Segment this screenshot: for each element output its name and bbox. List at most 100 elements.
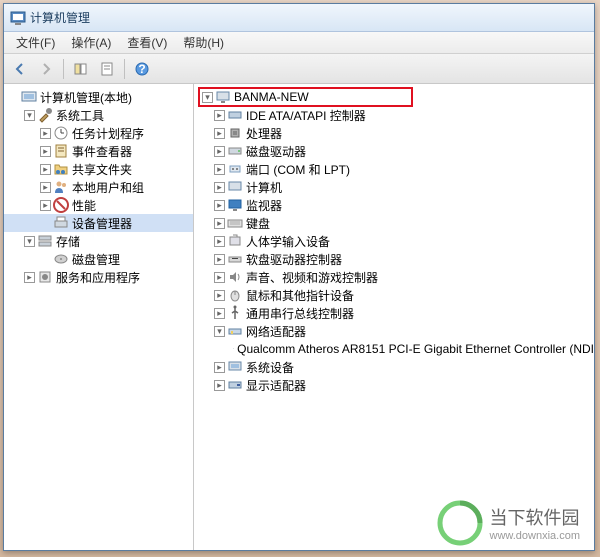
watermark-text: 当下软件园 www.downxia.com — [490, 504, 580, 542]
device-mice[interactable]: ▸ 鼠标和其他指针设备 — [194, 286, 594, 304]
tree-label: 鼠标和其他指针设备 — [246, 287, 354, 304]
device-disk-drives[interactable]: ▸ 磁盘驱动器 — [194, 142, 594, 160]
expand-icon[interactable]: ▸ — [214, 308, 225, 319]
collapse-icon[interactable]: ▾ — [214, 326, 225, 337]
tree-label: 系统设备 — [246, 359, 294, 376]
tree-label: 任务计划程序 — [72, 125, 144, 142]
device-processors[interactable]: ▸ 处理器 — [194, 124, 594, 142]
menu-help[interactable]: 帮助(H) — [175, 32, 232, 53]
device-ide-controller[interactable]: ▸ IDE ATA/ATAPI 控制器 — [194, 106, 594, 124]
tree-local-users[interactable]: ▸ 本地用户和组 — [4, 178, 193, 196]
svg-text:?: ? — [138, 62, 145, 76]
highlight-box: ▾ BANMA-NEW — [198, 87, 413, 107]
device-system[interactable]: ▸ 系统设备 — [194, 358, 594, 376]
hid-icon — [227, 233, 243, 249]
expand-icon[interactable]: ▸ — [40, 146, 51, 157]
collapse-icon[interactable]: ▾ — [24, 236, 35, 247]
menubar: 文件(F) 操作(A) 查看(V) 帮助(H) — [4, 32, 594, 54]
expand-icon[interactable]: ▸ — [214, 380, 225, 391]
expand-icon[interactable]: ▸ — [40, 164, 51, 175]
tree-label: 显示适配器 — [246, 377, 306, 394]
expand-icon[interactable]: ▸ — [214, 272, 225, 283]
device-hid[interactable]: ▸ 人体学输入设备 — [194, 232, 594, 250]
device-ports[interactable]: ▸ 端口 (COM 和 LPT) — [194, 160, 594, 178]
tree-label: 声音、视频和游戏控制器 — [246, 269, 378, 286]
tree-label: 事件查看器 — [72, 143, 132, 160]
toolbar-divider — [63, 59, 64, 79]
back-button[interactable] — [8, 57, 32, 81]
forward-button[interactable] — [34, 57, 58, 81]
expand-icon[interactable]: ▸ — [40, 182, 51, 193]
collapse-icon[interactable]: ▾ — [24, 110, 35, 121]
collapse-icon[interactable]: ▾ — [202, 92, 213, 103]
tree-device-manager[interactable]: 设备管理器 — [4, 214, 193, 232]
expand-icon[interactable]: ▸ — [214, 236, 225, 247]
tree-label: 存储 — [56, 233, 80, 250]
device-tree-root[interactable]: ▾ BANMA-NEW — [194, 88, 594, 106]
usb-icon — [227, 305, 243, 321]
device-network-adapters[interactable]: ▾ 网络适配器 — [194, 322, 594, 340]
toolbar-divider — [124, 59, 125, 79]
expand-icon[interactable]: ▸ — [214, 128, 225, 139]
scheduler-icon — [53, 125, 69, 141]
device-display-adapters[interactable]: ▸ 显示适配器 — [194, 376, 594, 394]
expand-icon[interactable]: ▸ — [214, 218, 225, 229]
tree-event-viewer[interactable]: ▸ 事件查看器 — [4, 142, 193, 160]
device-sound[interactable]: ▸ 声音、视频和游戏控制器 — [194, 268, 594, 286]
tree-label: 处理器 — [246, 125, 282, 142]
expand-icon[interactable]: ▸ — [214, 290, 225, 301]
keyboard-icon — [227, 215, 243, 231]
tree-disk-management[interactable]: 磁盘管理 — [4, 250, 193, 268]
tree-task-scheduler[interactable]: ▸ 任务计划程序 — [4, 124, 193, 142]
computer-icon — [215, 89, 231, 105]
tree-storage[interactable]: ▾ 存储 — [4, 232, 193, 250]
pc-icon — [227, 179, 243, 195]
expand-icon[interactable]: ▸ — [214, 110, 225, 121]
monitor-icon — [227, 197, 243, 213]
expand-icon[interactable]: ▸ — [214, 362, 225, 373]
tree-shared-folders[interactable]: ▸ 共享文件夹 — [4, 160, 193, 178]
sound-icon — [227, 269, 243, 285]
tree-label: 本地用户和组 — [72, 179, 144, 196]
device-keyboards[interactable]: ▸ 键盘 — [194, 214, 594, 232]
expand-icon[interactable]: ▸ — [24, 272, 35, 283]
menu-action[interactable]: 操作(A) — [63, 32, 119, 53]
help-button[interactable]: ? — [130, 57, 154, 81]
tree-performance[interactable]: ▸ 性能 — [4, 196, 193, 214]
expand-icon[interactable]: ▸ — [40, 200, 51, 211]
expand-icon[interactable]: ▸ — [214, 200, 225, 211]
tree-label: 端口 (COM 和 LPT) — [246, 161, 350, 178]
properties-button[interactable] — [95, 57, 119, 81]
disk-drive-icon — [227, 143, 243, 159]
device-usb[interactable]: ▸ 通用串行总线控制器 — [194, 304, 594, 322]
disk-icon — [53, 251, 69, 267]
menu-file[interactable]: 文件(F) — [8, 32, 63, 53]
tree-label: 键盘 — [246, 215, 270, 232]
tree-system-tools[interactable]: ▾ 系统工具 — [4, 106, 193, 124]
tree-services[interactable]: ▸ 服务和应用程序 — [4, 268, 193, 286]
floppy-icon — [227, 251, 243, 267]
expand-icon[interactable]: ▸ — [214, 164, 225, 175]
tree-label: 磁盘驱动器 — [246, 143, 306, 160]
device-monitors[interactable]: ▸ 监视器 — [194, 196, 594, 214]
tree-label: 计算机 — [246, 179, 282, 196]
tree-label: Qualcomm Atheros AR8151 PCI-E Gigabit Et… — [237, 342, 594, 356]
tree-label: 服务和应用程序 — [56, 269, 140, 286]
expand-icon[interactable]: ▸ — [214, 146, 225, 157]
titlebar: 计算机管理 — [4, 4, 594, 32]
menu-view[interactable]: 查看(V) — [119, 32, 175, 53]
tree-label: 监视器 — [246, 197, 282, 214]
tree-label: 设备管理器 — [72, 215, 132, 232]
expand-icon[interactable]: ▸ — [214, 254, 225, 265]
device-floppy-controller[interactable]: ▸ 软盘驱动器控制器 — [194, 250, 594, 268]
tree-root[interactable]: 计算机管理(本地) — [4, 88, 193, 106]
users-icon — [53, 179, 69, 195]
device-computer[interactable]: ▸ 计算机 — [194, 178, 594, 196]
tree-label: 网络适配器 — [246, 323, 306, 340]
expand-icon — [40, 218, 51, 229]
device-network-card[interactable]: Qualcomm Atheros AR8151 PCI-E Gigabit Et… — [194, 340, 594, 358]
expand-icon[interactable]: ▸ — [40, 128, 51, 139]
expand-icon[interactable]: ▸ — [214, 182, 225, 193]
show-hide-button[interactable] — [69, 57, 93, 81]
tree-label: 通用串行总线控制器 — [246, 305, 354, 322]
